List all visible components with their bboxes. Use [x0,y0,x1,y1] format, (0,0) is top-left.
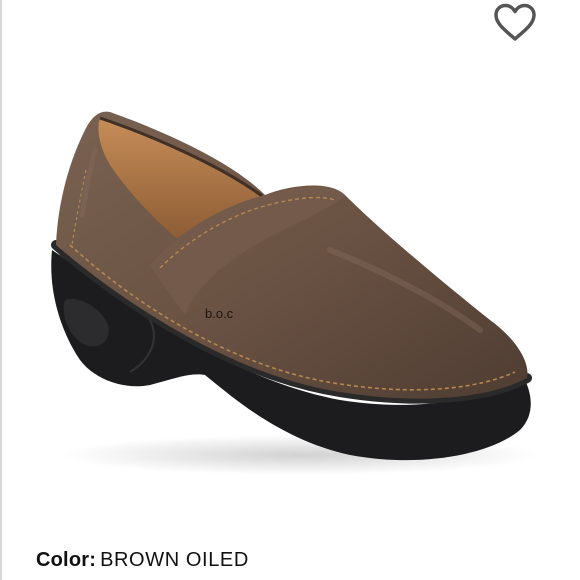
heart-outline-icon [494,3,536,41]
color-value: BROWN OILED [100,549,249,571]
divider [0,0,2,580]
product-image: b.o.c [51,111,540,475]
color-label: Color: [36,549,97,571]
favorite-button[interactable] [490,0,540,46]
brand-logo: b.o.c [205,306,234,321]
product-card: b.o.c Color: BROWN OILED [0,0,580,580]
color-info: Color: BROWN OILED [36,549,249,572]
